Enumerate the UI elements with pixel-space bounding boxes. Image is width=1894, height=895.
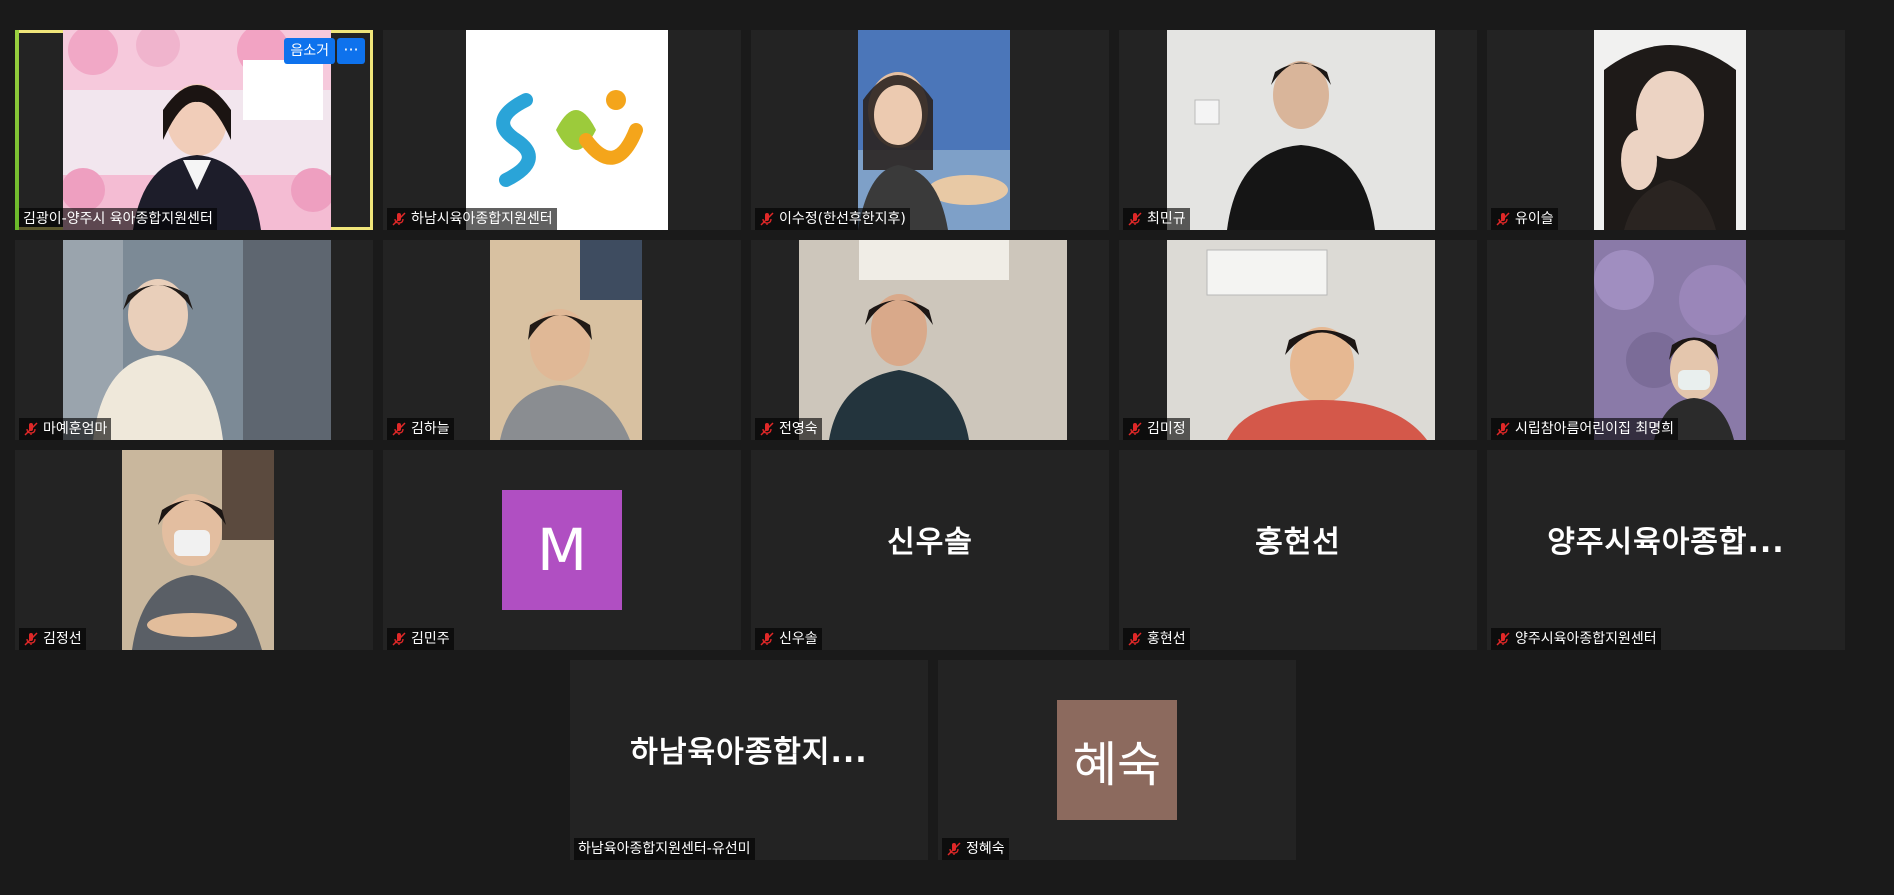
video-gallery: 음소거 ··· 김광이-양주시 육아종합지원센터 하남시육아종합지원센터 이수정…	[0, 0, 1894, 895]
participant-logo	[466, 30, 668, 230]
mic-muted-icon	[947, 842, 961, 856]
participant-name: 양주시육아종합지원센터	[1515, 631, 1657, 647]
mic-muted-icon	[760, 212, 774, 226]
participant-name-label: 김민주	[387, 628, 454, 650]
participant-name-label: 김미정	[1123, 418, 1190, 440]
participant-video	[1594, 30, 1746, 230]
participant-tile-8[interactable]: 전영숙	[751, 240, 1109, 440]
participant-name-label: 최민규	[1123, 208, 1190, 230]
bottom-strip	[0, 885, 1894, 895]
mic-muted-icon	[760, 422, 774, 436]
participant-name-label: 홍현선	[1123, 628, 1190, 650]
participant-tile-4[interactable]: 최민규	[1119, 30, 1477, 230]
participant-name: 김민주	[411, 631, 450, 647]
participant-tile-16[interactable]: 하남육아종합지... 하남육아종합지원센터-유선미	[570, 660, 928, 860]
participant-video	[799, 240, 1067, 440]
mic-muted-icon	[24, 422, 38, 436]
mic-muted-icon	[1496, 632, 1510, 646]
participant-video	[1594, 240, 1746, 440]
mic-muted-icon	[1496, 422, 1510, 436]
participant-name: 김하늘	[411, 421, 450, 437]
participant-name: 정혜숙	[966, 841, 1005, 857]
participant-video	[858, 30, 1010, 230]
participant-video	[122, 450, 274, 650]
participant-tile-7[interactable]: 김하늘	[383, 240, 741, 440]
participant-name: 김미정	[1147, 421, 1186, 437]
participant-name: 신우솔	[779, 631, 818, 647]
participant-video	[1167, 30, 1435, 230]
mic-muted-icon	[392, 632, 406, 646]
participant-name-label: 마예훈엄마	[19, 418, 112, 440]
participant-display-name: 하남육아종합지...	[630, 735, 868, 770]
participant-tile-14[interactable]: 홍현선 홍현선	[1119, 450, 1477, 650]
participant-name: 홍현선	[1147, 631, 1186, 647]
participant-avatar: 혜숙	[1057, 700, 1177, 820]
participant-name: 전영숙	[779, 421, 818, 437]
participant-tile-15[interactable]: 양주시육아종합... 양주시육아종합지원센터	[1487, 450, 1845, 650]
participant-name-label: 정혜숙	[942, 838, 1009, 860]
participant-name-label: 전영숙	[755, 418, 822, 440]
participant-name-label: 시립참아름어린이집 최명희	[1491, 418, 1679, 440]
participant-name-label: 김정선	[19, 628, 86, 650]
participant-name: 김광이-양주시 육아종합지원센터	[23, 211, 213, 227]
participant-tile-9[interactable]: 김미정	[1119, 240, 1477, 440]
participant-tile-11[interactable]: 김정선	[15, 450, 373, 650]
participant-display-name: 양주시육아종합...	[1547, 525, 1785, 560]
mic-muted-icon	[1496, 212, 1510, 226]
participant-video	[1167, 240, 1435, 440]
participant-name: 유이슬	[1515, 211, 1554, 227]
mic-muted-icon	[760, 632, 774, 646]
participant-name: 김정선	[43, 631, 82, 647]
participant-display-name: 홍현선	[1255, 525, 1341, 560]
participant-tile-13[interactable]: 신우솔 신우솔	[751, 450, 1109, 650]
participant-video	[63, 240, 331, 440]
participant-tile-1[interactable]: 음소거 ··· 김광이-양주시 육아종합지원센터	[15, 30, 373, 230]
participant-name-label: 하남육아종합지원센터-유선미	[574, 838, 755, 860]
participant-tile-6[interactable]: 마예훈엄마	[15, 240, 373, 440]
participant-name: 최민규	[1147, 211, 1186, 227]
mic-muted-icon	[392, 212, 406, 226]
mic-muted-icon	[1128, 212, 1142, 226]
mic-muted-icon	[1128, 422, 1142, 436]
participant-tile-2[interactable]: 하남시육아종합지원센터	[383, 30, 741, 230]
participant-name: 하남시육아종합지원센터	[411, 211, 553, 227]
participant-name: 하남육아종합지원센터-유선미	[578, 841, 751, 857]
mic-muted-icon	[24, 632, 38, 646]
participant-tile-5[interactable]: 유이슬	[1487, 30, 1845, 230]
participant-video	[490, 240, 642, 440]
unmute-button[interactable]: 음소거	[284, 38, 335, 64]
mic-muted-icon	[392, 422, 406, 436]
participant-name-label: 신우솔	[755, 628, 822, 650]
participant-name-label: 유이슬	[1491, 208, 1558, 230]
participant-tile-10[interactable]: 시립참아름어린이집 최명희	[1487, 240, 1845, 440]
participant-name-label: 김하늘	[387, 418, 454, 440]
participant-name-label: 하남시육아종합지원센터	[387, 208, 557, 230]
participant-avatar: M	[502, 490, 622, 610]
participant-tile-17[interactable]: 혜숙 정혜숙	[938, 660, 1296, 860]
more-options-button[interactable]: ···	[337, 38, 365, 64]
participant-name: 시립참아름어린이집 최명희	[1515, 421, 1675, 437]
participant-name-label: 이수정(한선후한지후)	[755, 208, 910, 230]
participant-name: 이수정(한선후한지후)	[779, 211, 906, 227]
participant-name-label: 김광이-양주시 육아종합지원센터	[19, 208, 217, 230]
participant-display-name: 신우솔	[887, 525, 973, 560]
mic-muted-icon	[1128, 632, 1142, 646]
participant-name: 마예훈엄마	[43, 421, 108, 437]
participant-tile-12[interactable]: M 김민주	[383, 450, 741, 650]
participant-tile-3[interactable]: 이수정(한선후한지후)	[751, 30, 1109, 230]
participant-name-label: 양주시육아종합지원센터	[1491, 628, 1661, 650]
